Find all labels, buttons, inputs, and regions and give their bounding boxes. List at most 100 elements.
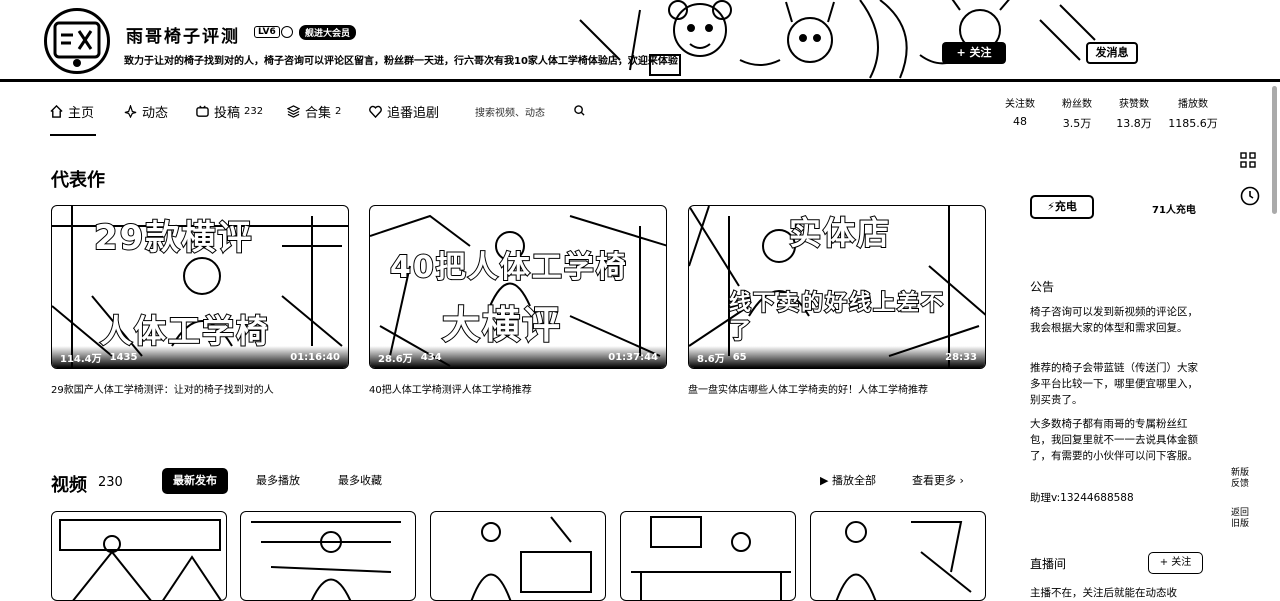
featured-video-card[interactable]: 29款横评 人体工学椅 114.4万 1435 01:16:40 [51, 205, 349, 369]
stat-followers[interactable]: 粉丝数 3.5万 [1049, 95, 1105, 131]
play-icon: ▶ [820, 474, 832, 487]
tab-collections[interactable]: 合集 2 [287, 100, 341, 122]
tab-posts-label: 投稿 [214, 105, 241, 121]
featured-video-card[interactable]: 40把人体工学椅 大横评 28.6万 434 01:37:44 [369, 205, 667, 369]
video-meta: 8.6万 65 28:33 [689, 346, 985, 368]
grid-icon[interactable] [1240, 152, 1256, 168]
video-title[interactable]: 盘一盘实体店哪些人体工学椅卖的好！人体工学椅推荐 [688, 381, 928, 396]
sort-most-favorited-button[interactable]: 最多收藏 [338, 468, 382, 494]
tab-dynamic[interactable]: 动态 [124, 100, 168, 122]
charge-label: 充电 [1054, 200, 1077, 213]
avatar[interactable] [44, 8, 110, 74]
thumbnail-caption: 29款横评 [93, 217, 254, 259]
stat-value: 1185.6万 [1168, 117, 1218, 130]
comment-count: 65 [732, 351, 747, 363]
layers-icon [287, 104, 300, 118]
clock-icon[interactable] [1240, 186, 1260, 206]
stat-plays: 播放数 1185.6万 [1165, 95, 1221, 131]
play-count: 114.4万 [60, 353, 102, 365]
vip-badge: 舰进大会员 [299, 25, 357, 40]
video-title[interactable]: 29款国产人体工学椅测评：让对的椅子找到对的人 [51, 381, 274, 396]
play-all-button[interactable]: ▶ 播放全部 [820, 468, 876, 494]
announcement-paragraph: 椅子咨询可以发到新视频的评论区，我会根据大家的体型和需求回复。 [1030, 306, 1198, 334]
thumbnail-image [835, 521, 972, 600]
video-title[interactable]: 40把人体工学椅测评人体工学椅推荐 [369, 381, 532, 396]
message-button[interactable]: 发消息 [1086, 42, 1138, 64]
live-room-title: 直播间 [1030, 557, 1067, 571]
follow-button[interactable]: + 关注 [942, 42, 1006, 64]
sort-latest-button[interactable]: 最新发布 [162, 468, 228, 494]
home-icon [50, 104, 63, 118]
announcement-paragraph: 推荐的椅子会带蓝链（传送门）大家多平台比较一下，哪里便宜哪里入，别买贵了。 [1030, 362, 1198, 406]
videos-heading: 视频 [51, 475, 87, 496]
video-card[interactable] [240, 511, 416, 601]
stat-label: 关注数 [1005, 99, 1035, 110]
see-more-label: 查看更多 [912, 474, 956, 487]
profile-banner: 雨哥椅子评测 LV6 舰进大会员 致力于让对的椅子找到对的人，椅子咨询可以评论区… [0, 0, 1280, 82]
featured-video-card[interactable]: 实体店 线下卖的好线上差不了 8.6万 65 28:33 [688, 205, 986, 369]
comment-count: 1435 [109, 351, 138, 363]
banner-artwork [579, 0, 1096, 79]
thumbnail-caption: 线下卖的好线上差不了 [728, 290, 946, 345]
tab-bangumi-label: 追番追剧 [387, 105, 440, 121]
heart-icon [369, 105, 382, 118]
charge-button[interactable]: ⚡充电 [1030, 195, 1094, 219]
stat-value: 3.5万 [1062, 117, 1092, 130]
gender-icon [281, 26, 293, 38]
play-all-label: 播放全部 [831, 474, 876, 487]
video-card[interactable] [810, 511, 986, 601]
level-badge: LV6 [254, 26, 280, 38]
sort-most-played-button[interactable]: 最多播放 [256, 468, 300, 494]
dynamic-icon [124, 104, 137, 118]
stat-likes: 获赞数 13.8万 [1106, 95, 1162, 131]
videos-count: 230 [98, 475, 123, 490]
stat-label: 播放数 [1178, 99, 1208, 110]
tv-icon [196, 105, 209, 117]
stat-following[interactable]: 关注数 48 [992, 95, 1048, 128]
announcement-title: 公告 [1030, 280, 1055, 294]
uploader-name[interactable]: 雨哥椅子评测 [126, 22, 240, 47]
thumbnail-image [251, 521, 401, 600]
duration: 01:16:40 [290, 351, 340, 363]
thumbnail-image [470, 516, 592, 600]
thumbnail-image [59, 519, 222, 600]
thumbnail-image [631, 516, 791, 600]
video-meta: 114.4万 1435 01:16:40 [52, 346, 348, 368]
stat-value: 13.8万 [1116, 117, 1152, 130]
tab-home[interactable]: 主页 [50, 100, 94, 122]
play-count: 28.6万 [378, 353, 413, 365]
comment-count: 434 [420, 351, 442, 363]
tab-posts-count: 232 [244, 105, 264, 117]
tab-posts[interactable]: 投稿 232 [196, 100, 263, 122]
thumbnail-caption: 40把人体工学椅 [389, 249, 628, 286]
search-icon[interactable] [574, 105, 585, 116]
video-card[interactable] [620, 511, 796, 601]
announcement-contact: 助理v:13244688588 [1030, 492, 1134, 504]
announcement-paragraph: 大多数椅子都有雨哥的专属粉丝红包，我回复里就不一一去说具体金额了，有需要的小伙伴… [1030, 418, 1198, 462]
scrollbar[interactable] [1272, 86, 1277, 214]
duration: 28:33 [945, 351, 977, 363]
video-card[interactable] [430, 511, 606, 601]
new-version-feedback-link[interactable]: 新版反馈 [1228, 468, 1252, 490]
duration: 01:37:44 [608, 351, 658, 363]
chevron-right-icon: › [956, 474, 964, 487]
profile-signature: 致力于让对的椅子找到对的人，椅子咨询可以评论区留言，粉丝群一天进，行六哥次有我1… [124, 56, 678, 67]
featured-heading: 代表作 [51, 170, 105, 191]
see-more-link[interactable]: 查看更多 › [912, 468, 964, 494]
thumbnail-caption: 实体店 [788, 213, 892, 253]
lightning-icon: ⚡ [1047, 200, 1055, 213]
stat-label: 获赞数 [1119, 99, 1149, 110]
tab-home-label: 主页 [68, 105, 95, 121]
live-room-status: 主播不在，关注后就能在动态收 [1030, 587, 1177, 599]
search-input[interactable]: 搜索视频、动态 [475, 104, 545, 119]
active-tab-indicator [50, 134, 96, 136]
back-to-old-version-link[interactable]: 返回旧版 [1228, 508, 1252, 530]
video-card[interactable] [51, 511, 227, 601]
stat-label: 粉丝数 [1062, 99, 1092, 110]
tab-collections-label: 合集 [305, 105, 332, 121]
stat-value: 48 [1013, 115, 1027, 128]
tab-bangumi[interactable]: 追番追剧 [369, 100, 439, 122]
charge-count: 71人充电 [1152, 205, 1196, 216]
live-follow-button[interactable]: + 关注 [1148, 552, 1203, 574]
tab-dynamic-label: 动态 [142, 105, 169, 121]
